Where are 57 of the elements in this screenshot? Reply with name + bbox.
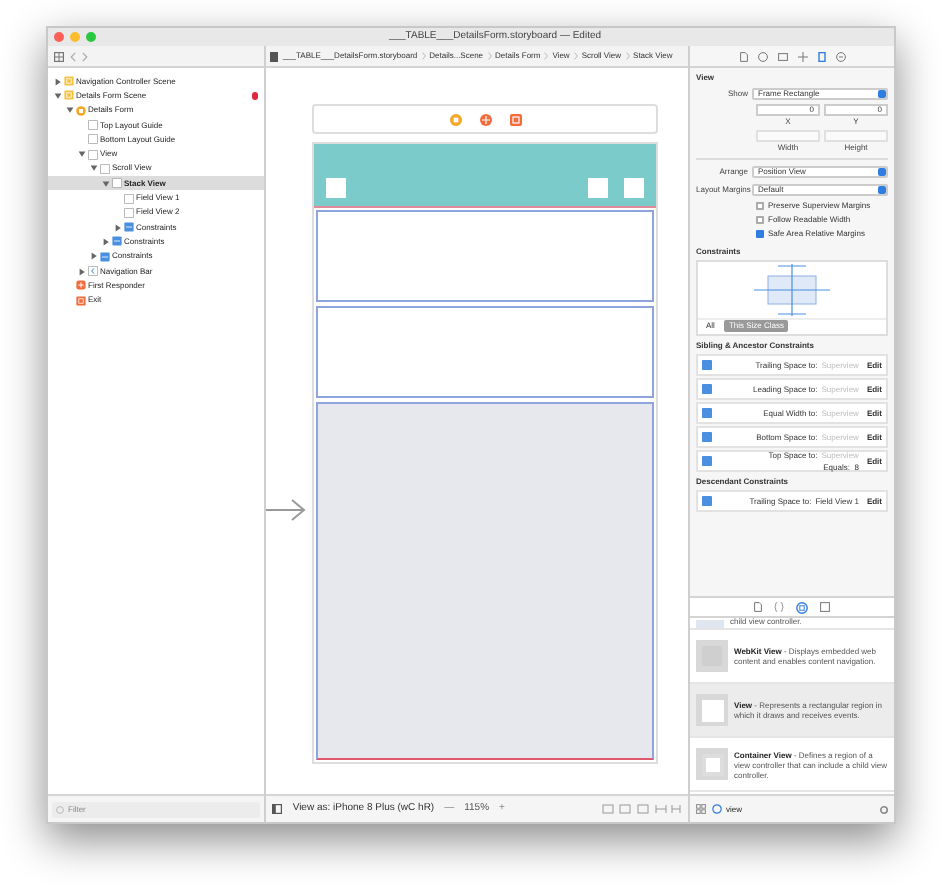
controller-icon[interactable]: [449, 113, 461, 125]
braces-icon[interactable]: [774, 602, 784, 612]
chevron-icon: [544, 52, 549, 60]
disclosure-triangle-icon[interactable]: [114, 223, 122, 232]
close-button[interactable]: [54, 32, 64, 42]
exit-icon: [76, 295, 86, 306]
disclosure-triangle-icon[interactable]: [54, 77, 62, 86]
disclosure-triangle-icon[interactable]: [78, 150, 86, 159]
disclosure-triangle-icon[interactable]: [54, 91, 62, 100]
constraint-icon: [702, 496, 712, 506]
filter-icon: [712, 804, 722, 814]
checkbox[interactable]: [756, 202, 764, 210]
bar-button-item: [326, 178, 346, 198]
disclosure-triangle-icon[interactable]: [102, 237, 110, 246]
webkit-thumbnail: [696, 640, 728, 672]
entry-point-arrow: [266, 498, 307, 522]
responder-icon[interactable]: [479, 113, 491, 125]
constraint-icon: [702, 360, 712, 370]
checkbox[interactable]: [756, 216, 764, 224]
disclosure-triangle-icon[interactable]: [66, 106, 74, 115]
scene-icon: [64, 76, 74, 87]
disclosure-triangle-icon[interactable]: [90, 164, 98, 173]
chevron-icon: [573, 52, 578, 60]
chevron-icon: [625, 52, 630, 60]
storyboard-file-icon: [270, 51, 279, 61]
constraints-icon: [100, 251, 110, 262]
constraints-icon: [112, 236, 122, 247]
object-library-icon[interactable]: [796, 601, 808, 613]
sidebar-toggle-icon[interactable]: [272, 804, 283, 814]
media-icon[interactable]: [820, 602, 830, 612]
file-icon[interactable]: [739, 51, 747, 61]
constraint-icon: [702, 432, 712, 442]
layout-tools-icon[interactable]: [602, 804, 682, 814]
exit-icon[interactable]: [509, 113, 521, 125]
constraints-icon: [124, 222, 134, 233]
disclosure-triangle-icon[interactable]: [90, 252, 98, 261]
back-icon[interactable]: [70, 51, 76, 61]
zoom-button[interactable]: [86, 32, 96, 42]
constraint-icon: [702, 456, 712, 466]
chevron-icon: [487, 52, 492, 60]
responder-icon: [76, 280, 86, 291]
controller-icon: [76, 105, 86, 116]
grid-view-icon[interactable]: [696, 804, 706, 814]
grid-icon[interactable]: [54, 51, 64, 61]
constraint-icon: [702, 384, 712, 394]
scene-icon: [64, 90, 74, 101]
navigation-bar-icon: [88, 266, 98, 276]
chevron-icon: [421, 52, 426, 60]
file-template-icon[interactable]: [754, 602, 762, 612]
disclosure-triangle-icon[interactable]: [78, 267, 86, 275]
view-thumbnail: [696, 694, 728, 726]
forward-icon[interactable]: [82, 51, 88, 61]
constraint-icon: [702, 408, 712, 418]
disclosure-triangle-icon[interactable]: [102, 179, 110, 188]
container-thumbnail: [696, 748, 728, 780]
checkbox-checked[interactable]: [756, 230, 764, 238]
filter-icon: [56, 805, 64, 813]
